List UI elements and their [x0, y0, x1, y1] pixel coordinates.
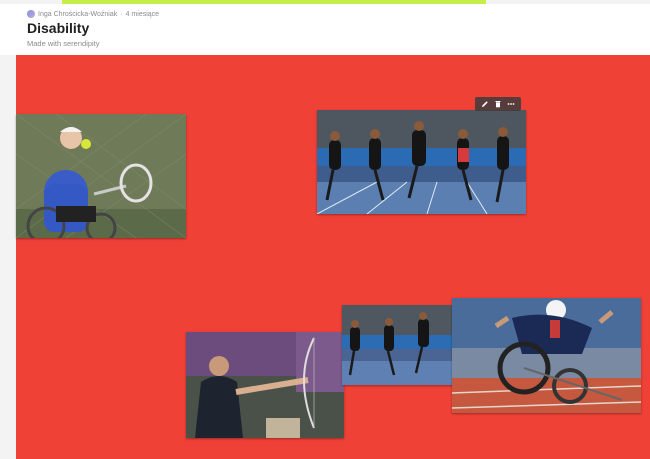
more-icon[interactable]: [506, 99, 516, 109]
archery-graphic: [186, 332, 344, 438]
wheelchair-racing-graphic: [452, 298, 641, 413]
author-avatar[interactable]: [27, 10, 35, 18]
wheelchair-tennis-graphic: [16, 114, 186, 238]
author-name[interactable]: Inga Chrościcka-Woźniak: [38, 11, 117, 18]
time-ago: 4 miesiące: [125, 10, 160, 18]
board-canvas: [16, 55, 650, 459]
image-toolbar: [475, 97, 521, 111]
board-header: Inga Chrościcka-Woźniak · 4 miesiące Dis…: [0, 4, 650, 55]
sprint-race-image[interactable]: [317, 110, 526, 214]
wheelchair-tennis-image[interactable]: [16, 114, 186, 238]
sprint-race-graphic: [317, 110, 526, 214]
pencil-icon[interactable]: [480, 99, 490, 109]
author-meta: Inga Chrościcka-Woźniak · 4 miesiące: [27, 10, 159, 18]
board-subtitle: Made with serendipity: [27, 39, 100, 48]
meta-separator: ·: [120, 10, 123, 18]
wheelchair-racing-image[interactable]: [452, 298, 641, 413]
board-title: Disability: [27, 20, 90, 36]
archery-image[interactable]: [186, 332, 344, 438]
trash-icon[interactable]: [493, 99, 503, 109]
